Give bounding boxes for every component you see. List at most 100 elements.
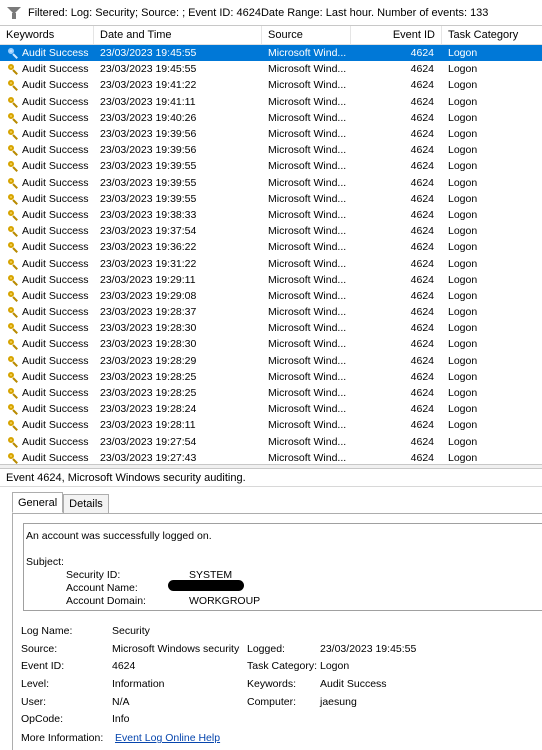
keywords-cell: Audit Success: [0, 306, 94, 318]
account-name-label: Account Name:: [66, 582, 138, 594]
key-icon: [7, 193, 19, 205]
keywords-text: Audit Success: [22, 306, 89, 319]
task-category-cell: Logon: [448, 192, 478, 205]
table-row[interactable]: Audit Success 23/03/2023 19:27:54 Microsof…: [0, 434, 542, 450]
key-icon: [7, 290, 19, 302]
log-name-label: Log Name:: [21, 625, 73, 637]
keywords-cell: Audit Success: [0, 290, 94, 302]
key-icon: [7, 112, 19, 124]
source-cell: Microsoft Wind...: [268, 451, 347, 464]
key-icon: [7, 144, 19, 156]
event-id-cell: 4624: [410, 208, 434, 221]
tab-details[interactable]: Details: [63, 494, 109, 513]
table-row[interactable]: Audit Success 23/03/2023 19:38:33 Microsof…: [0, 207, 542, 223]
table-row[interactable]: Audit Success 23/03/2023 19:39:55 Microsof…: [0, 158, 542, 174]
table-row[interactable]: Audit Success 23/03/2023 19:28:37 Microsof…: [0, 304, 542, 320]
user-value: N/A: [112, 696, 130, 708]
table-row[interactable]: Audit Success 23/03/2023 19:28:29 Microsof…: [0, 353, 542, 369]
keywords-cell: Audit Success: [0, 160, 94, 172]
level-value: Information: [112, 678, 165, 690]
table-row[interactable]: Audit Success 23/03/2023 19:41:22 Microsof…: [0, 77, 542, 93]
table-row[interactable]: Audit Success 23/03/2023 19:28:25 Microsof…: [0, 369, 542, 385]
table-row[interactable]: Audit Success 23/03/2023 19:28:30 Microsof…: [0, 320, 542, 336]
table-row[interactable]: Audit Success 23/03/2023 19:40:26 Microsof…: [0, 110, 542, 126]
source-cell: Microsoft Wind...: [268, 306, 347, 319]
task-category-cell: Logon: [448, 403, 478, 416]
keywords-text: Audit Success: [22, 128, 89, 141]
keywords-cell: Audit Success: [0, 338, 94, 350]
account-domain-label: Account Domain:: [66, 595, 146, 607]
source-cell: Microsoft Wind...: [268, 419, 347, 432]
source-cell: Microsoft Wind...: [268, 370, 347, 383]
table-body: Audit Success 23/03/2023 19:45:55 Microsof…: [0, 45, 542, 464]
column-header-task-category[interactable]: Task Category: [442, 26, 542, 44]
key-icon: [7, 403, 19, 415]
keywords-cell: Audit Success: [0, 322, 94, 334]
keywords-cell: Audit Success: [0, 63, 94, 75]
event-id-cell: 4624: [410, 273, 434, 286]
detail-tabs: General Details: [12, 492, 109, 513]
task-category-cell: Logon: [448, 225, 478, 238]
keywords-text: Audit Success: [22, 419, 89, 432]
event-id-cell: 4624: [410, 435, 434, 448]
column-header-event-id[interactable]: Event ID: [351, 26, 442, 44]
task-category-cell: Logon: [448, 128, 478, 141]
keywords-cell: Audit Success: [0, 403, 94, 415]
keywords-cell: Audit Success: [0, 209, 94, 221]
table-row[interactable]: Audit Success 23/03/2023 19:31:22 Microsof…: [0, 255, 542, 271]
keywords-text: Audit Success: [22, 257, 89, 270]
table-row[interactable]: Audit Success 23/03/2023 19:39:56 Microsof…: [0, 142, 542, 158]
table-row[interactable]: Audit Success 23/03/2023 19:39:55 Microsof…: [0, 175, 542, 191]
key-icon: [7, 355, 19, 367]
table-row[interactable]: Audit Success 23/03/2023 19:41:11 Microsof…: [0, 94, 542, 110]
keywords-text: Audit Success: [22, 63, 89, 76]
table-row[interactable]: Audit Success 23/03/2023 19:28:30 Microsof…: [0, 336, 542, 352]
keywords-cell: Audit Success: [0, 144, 94, 156]
table-row[interactable]: Audit Success 23/03/2023 19:27:43 Microsof…: [0, 450, 542, 464]
source-cell: Microsoft Wind...: [268, 257, 347, 270]
source-cell: Microsoft Wind...: [268, 144, 347, 157]
table-row[interactable]: Audit Success 23/03/2023 19:37:54 Microsof…: [0, 223, 542, 239]
event-id-value: 4624: [112, 660, 136, 672]
table-row[interactable]: Audit Success 23/03/2023 19:45:55 Microsof…: [0, 45, 542, 62]
task-category-cell: Logon: [448, 289, 478, 302]
table-row[interactable]: Audit Success 23/03/2023 19:28:11 Microsof…: [0, 417, 542, 433]
table-row[interactable]: Audit Success 23/03/2023 19:39:56 Microsof…: [0, 126, 542, 142]
key-icon: [7, 63, 19, 75]
key-icon: [7, 338, 19, 350]
key-icon: [7, 419, 19, 431]
source-cell: Microsoft Wind...: [268, 176, 347, 189]
task-category-cell: Logon: [448, 79, 478, 92]
table-row[interactable]: Audit Success 23/03/2023 19:29:11 Microsof…: [0, 272, 542, 288]
event-id-cell: 4624: [410, 176, 434, 189]
keywords-text: Audit Success: [22, 208, 89, 221]
column-header-date-time[interactable]: Date and Time: [94, 26, 262, 44]
table-row[interactable]: Audit Success 23/03/2023 19:45:55 Microsof…: [0, 61, 542, 77]
date-time-cell: 23/03/2023 19:28:30: [100, 338, 197, 351]
keywords-text: Audit Success: [22, 47, 89, 60]
date-time-cell: 23/03/2023 19:37:54: [100, 225, 197, 238]
table-row[interactable]: Audit Success 23/03/2023 19:36:22 Microsof…: [0, 239, 542, 255]
more-information-label: More Information:: [21, 732, 104, 744]
table-row[interactable]: Audit Success 23/03/2023 19:29:08 Microsof…: [0, 288, 542, 304]
tab-general[interactable]: General: [12, 492, 64, 513]
task-category-cell: Logon: [448, 273, 478, 286]
task-category-cell: Logon: [448, 451, 478, 464]
key-icon: [7, 452, 19, 464]
date-time-cell: 23/03/2023 19:41:11: [100, 95, 196, 108]
table-row[interactable]: Audit Success 23/03/2023 19:28:25 Microsof…: [0, 385, 542, 401]
task-category-cell: Logon: [448, 241, 478, 254]
keywords-text: Audit Success: [22, 79, 89, 92]
keywords-text: Audit Success: [22, 273, 89, 286]
task-category-cell: Logon: [448, 47, 478, 60]
key-icon: [7, 258, 19, 270]
source-cell: Microsoft Wind...: [268, 322, 347, 335]
column-header-source[interactable]: Source: [262, 26, 351, 44]
event-log-online-help-link[interactable]: Event Log Online Help: [115, 732, 220, 744]
source-cell: Microsoft Wind...: [268, 403, 347, 416]
table-row[interactable]: Audit Success 23/03/2023 19:39:55 Microsof…: [0, 191, 542, 207]
column-header-keywords[interactable]: Keywords: [0, 26, 94, 44]
keywords-text: Audit Success: [22, 241, 89, 254]
table-row[interactable]: Audit Success 23/03/2023 19:28:24 Microsof…: [0, 401, 542, 417]
keywords-text: Audit Success: [22, 370, 89, 383]
